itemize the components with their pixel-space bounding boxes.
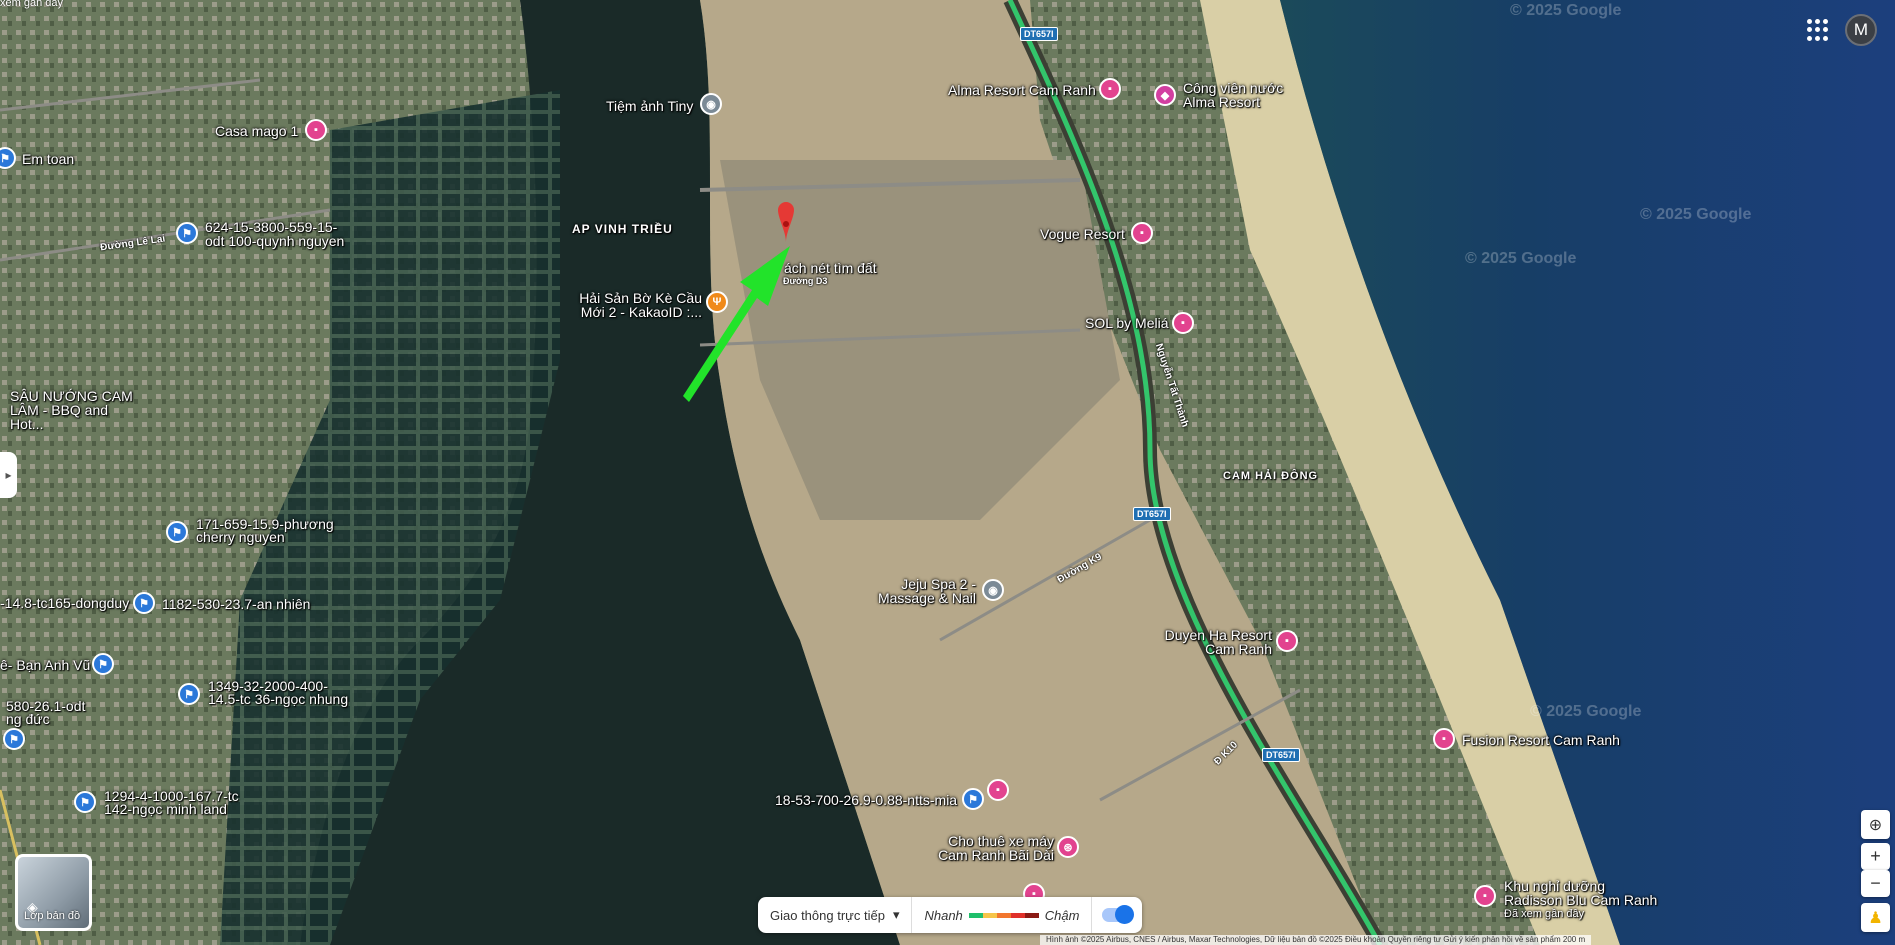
place-label[interactable]: 18-53-700-26.9-0.88-ntts-mia — [775, 793, 957, 807]
route-shield: DT657I — [1262, 748, 1300, 762]
flag-icon[interactable]: ⚑ — [92, 653, 114, 675]
place-label[interactable]: 1182-530-23.7-an nhiên — [162, 597, 310, 611]
zoom-in-button[interactable]: + — [1861, 843, 1890, 870]
place-label[interactable]: ê- Bạn Anh Vũ — [0, 658, 90, 672]
place-label[interactable]: 624-15-3800-559-15-odt 100-quynh nguyen — [205, 220, 355, 248]
place-label[interactable]: Duyen Ha Resort Cam Ranh — [1160, 628, 1272, 656]
area-label: CAM HẢI ĐÔNG — [1223, 470, 1319, 482]
slow-label: Chậm — [1044, 907, 1080, 923]
hotel-icon[interactable]: ▪ — [1099, 78, 1121, 100]
place-label[interactable]: Fusion Resort Cam Ranh — [1462, 733, 1620, 747]
traffic-toggle[interactable] — [1102, 905, 1135, 924]
layers-label: Lớp bản đồ — [24, 910, 81, 922]
place-label[interactable]: SOL by Meliá — [1085, 316, 1169, 330]
layers-button[interactable]: ◈ Lớp bản đồ — [15, 854, 92, 931]
place-label[interactable]: -14.8-tc165-dongduy — [0, 596, 129, 610]
motorbike-icon[interactable]: ⊛ — [1057, 836, 1079, 858]
spa-icon[interactable]: ◉ — [982, 579, 1004, 601]
traffic-swatch — [1024, 912, 1039, 918]
traffic-swatch — [982, 912, 997, 918]
route-shield: DT657I — [1020, 27, 1058, 41]
traffic-mode-dropdown[interactable]: Giao thông trực tiếp ▾ — [758, 907, 911, 923]
hotel-icon[interactable]: ▪ — [1276, 630, 1298, 652]
flag-icon[interactable]: ⚑ — [74, 791, 96, 813]
hotel-icon[interactable]: ▪ — [1131, 222, 1153, 244]
place-label[interactable]: 171-659-15.9-phương cherry nguyen — [196, 517, 346, 544]
hotel-icon[interactable]: ▪ — [1172, 312, 1194, 334]
hotel-icon[interactable]: ▪ — [1433, 728, 1455, 750]
place-label[interactable]: Casa mago 1 — [215, 124, 298, 138]
account-bar: M — [1805, 14, 1877, 46]
traffic-color-scale — [968, 912, 1039, 918]
traffic-swatch — [968, 912, 983, 918]
place-label[interactable]: Jeju Spa 2 - Massage & Nail — [876, 577, 976, 605]
flag-icon[interactable]: ⚑ — [133, 592, 155, 614]
watermark: © 2025 Google — [1530, 703, 1642, 720]
recent-label: Đã xem gần đây — [1504, 908, 1585, 920]
place-label[interactable]: 580-26.1-odt ng đức — [6, 699, 91, 726]
watermark: © 2025 Google — [1510, 2, 1622, 19]
zoom-out-button[interactable]: − — [1861, 870, 1890, 897]
place-label[interactable]: Tiệm ảnh Tiny — [606, 99, 693, 113]
place-label[interactable]: Em toan — [22, 152, 74, 166]
my-location-button[interactable]: ⊕ — [1861, 810, 1890, 839]
place-label[interactable]: 1294-4-1000-167.7-tc 142-ngọc minh land — [104, 789, 244, 816]
watermark: © 2025 Google — [1640, 206, 1752, 223]
place-label[interactable]: SÂU NƯỚNG CAM LÂM - BBQ and Hot... — [10, 389, 145, 431]
flag-icon[interactable]: ⚑ — [166, 521, 188, 543]
expand-panel-button[interactable]: ▸ — [0, 452, 17, 498]
place-label[interactable]: Alma Resort Cam Ranh — [948, 83, 1096, 97]
park-icon[interactable]: ◆ — [1154, 84, 1176, 106]
avatar[interactable]: M — [1845, 14, 1877, 46]
traffic-bar: Giao thông trực tiếp ▾ Nhanh Chậm — [758, 897, 1143, 933]
crosshair-icon: ⊕ — [1868, 816, 1883, 834]
place-label[interactable]: 1349-32-2000-400-14.5-tc 36-ngọc nhung — [208, 679, 358, 706]
attribution: Hình ảnh ©2025 Airbus, CNES / Airbus, Ma… — [1040, 935, 1592, 945]
place-label[interactable]: Khu nghỉ dưỡng Radisson Blu Cam Ranh — [1504, 879, 1664, 907]
pegman-icon: ♟ — [1868, 909, 1883, 927]
apps-grid-icon[interactable] — [1805, 17, 1831, 43]
fast-label: Nhanh — [924, 907, 963, 923]
place-label[interactable]: ách nét tìm đất — [784, 261, 877, 275]
traffic-legend: Nhanh Chậm — [912, 908, 1091, 923]
chevron-right-icon: ▸ — [5, 468, 12, 482]
traffic-swatch — [1010, 912, 1025, 918]
traffic-swatch — [996, 912, 1011, 918]
camera-icon[interactable]: ◉ — [700, 93, 722, 115]
hotel-icon[interactable]: ▪ — [305, 119, 327, 141]
restaurant-icon[interactable]: Ψ — [706, 291, 728, 313]
place-label[interactable]: Vogue Resort — [1040, 227, 1125, 241]
flag-icon[interactable]: ⚑ — [178, 683, 200, 705]
watermark: © 2025 Google — [1465, 250, 1577, 267]
road-label: Đường D3 — [783, 276, 828, 286]
hotel-icon[interactable]: ▪ — [987, 779, 1009, 801]
hotel-icon[interactable]: ▪ — [1474, 885, 1496, 907]
flag-icon[interactable]: ⚑ — [176, 222, 198, 244]
place-label[interactable]: Hải Sản Bờ Kè Cầu Mới 2 - KakaoID :... — [578, 291, 702, 319]
place-label[interactable]: Công viên nước Alma Resort — [1183, 81, 1303, 109]
caret-down-icon: ▾ — [892, 907, 900, 922]
area-label: AP VINH TRIỀU — [572, 222, 673, 236]
divider — [1091, 897, 1093, 933]
traffic-mode-label: Giao thông trực tiếp — [770, 907, 885, 923]
pegman-button[interactable]: ♟ — [1861, 903, 1890, 932]
place-label[interactable]: Cho thuê xe máy Cam Ranh Bãi Dài — [930, 834, 1054, 862]
route-shield: DT657I — [1133, 507, 1171, 521]
recent-label: xem gần đây — [0, 0, 63, 9]
flag-icon[interactable]: ⚑ — [962, 788, 984, 810]
flag-icon[interactable]: ⚑ — [3, 728, 25, 750]
